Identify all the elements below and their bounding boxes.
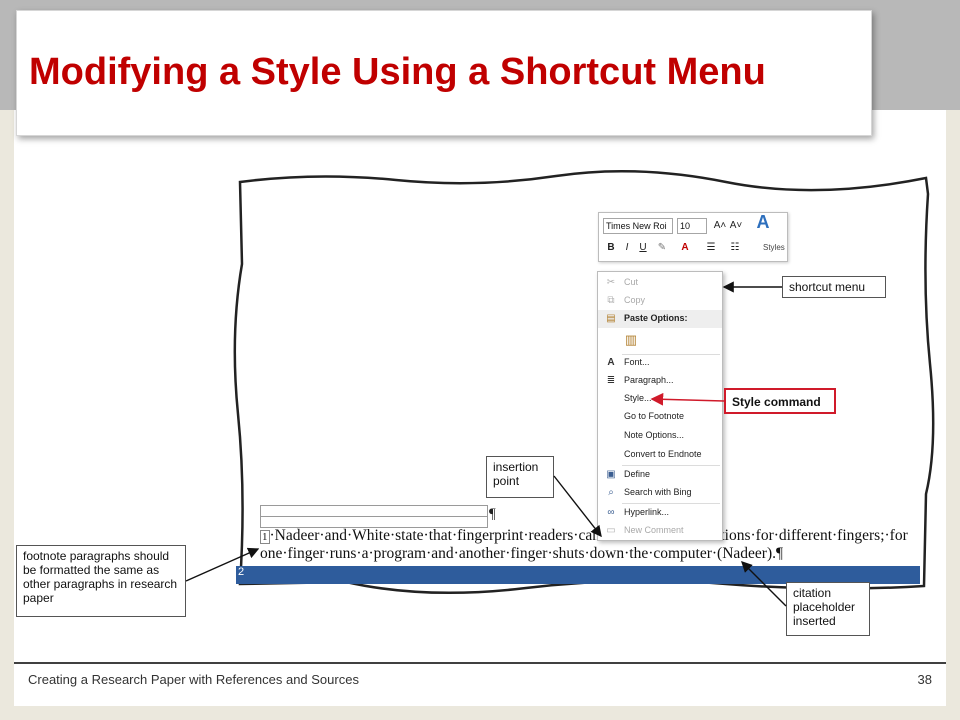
footer-text: Creating a Research Paper with Reference… bbox=[28, 672, 359, 687]
page-number: 38 bbox=[917, 672, 932, 687]
arrow-citation-placeholder bbox=[741, 561, 787, 607]
footer-rule bbox=[14, 662, 946, 664]
arrow-footnote-paragraphs bbox=[185, 547, 260, 582]
arrow-insertion-point bbox=[553, 475, 602, 538]
arrow-style-command bbox=[650, 392, 725, 406]
callout-arrows bbox=[185, 281, 787, 607]
